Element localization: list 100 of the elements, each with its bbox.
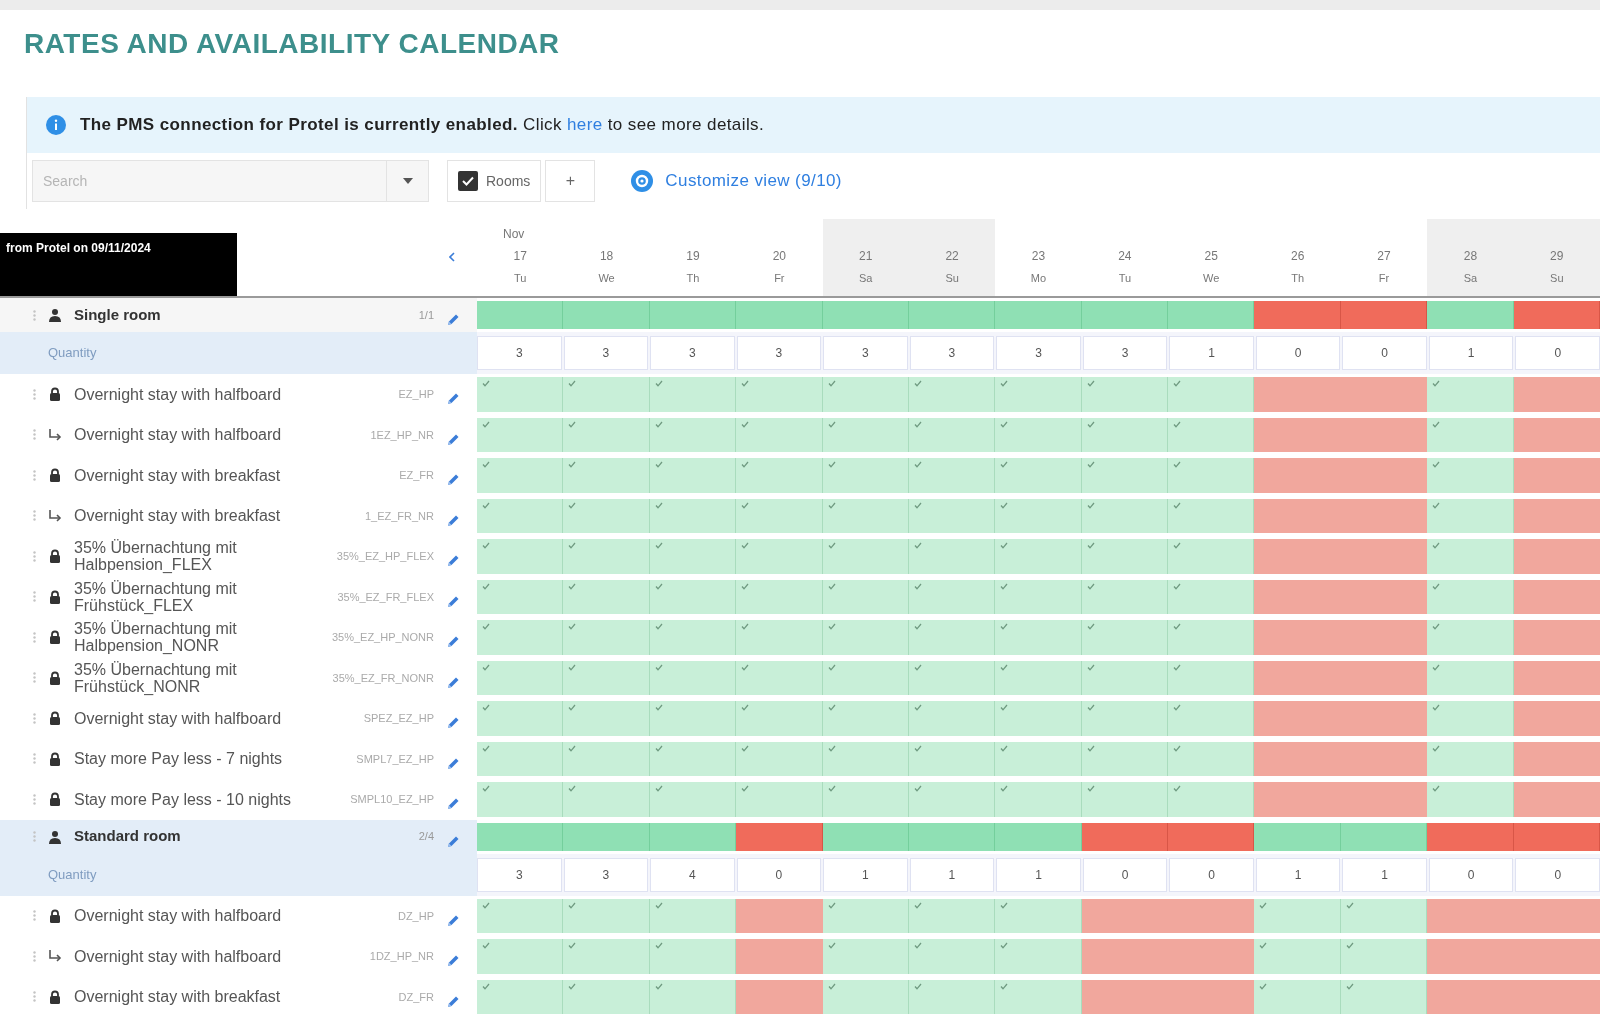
rate-cell[interactable]: [822, 458, 909, 493]
rate-cell[interactable]: [1168, 979, 1255, 1014]
rate-cell[interactable]: [1340, 377, 1428, 412]
rate-cell[interactable]: [1513, 782, 1600, 817]
rate-cell[interactable]: [908, 579, 996, 614]
rate-cell[interactable]: [1427, 498, 1514, 533]
rate-cell[interactable]: [1254, 701, 1341, 736]
rate-cell[interactable]: [1340, 417, 1428, 452]
rate-cell[interactable]: [1427, 458, 1514, 493]
rate-cell[interactable]: [1513, 620, 1600, 655]
rate-cell[interactable]: [995, 660, 1082, 695]
rate-cell[interactable]: [649, 660, 737, 695]
rate-cell[interactable]: [908, 741, 996, 776]
quantity-cell[interactable]: 3: [736, 336, 822, 370]
rate-cell[interactable]: [477, 898, 564, 933]
rate-cell[interactable]: [1168, 579, 1255, 614]
rate-cell[interactable]: [1427, 417, 1514, 452]
rate-cell[interactable]: [1427, 660, 1514, 695]
rate-cell[interactable]: [649, 377, 737, 412]
rate-cell[interactable]: [736, 620, 823, 655]
rate-cell[interactable]: [1168, 939, 1255, 974]
rate-cell[interactable]: [908, 701, 996, 736]
rate-cell[interactable]: [1254, 498, 1341, 533]
rate-cell[interactable]: [1081, 898, 1169, 933]
rate-cell[interactable]: [1254, 741, 1341, 776]
quantity-cell[interactable]: 1: [823, 857, 908, 892]
rate-cell[interactable]: [1254, 979, 1341, 1014]
quantity-cell[interactable]: 0: [1428, 857, 1514, 892]
rate-cell[interactable]: [1513, 498, 1600, 533]
rate-cell[interactable]: [736, 979, 823, 1014]
rate-cell[interactable]: [1081, 979, 1169, 1014]
rate-cell[interactable]: [1168, 701, 1255, 736]
rate-cell[interactable]: [649, 741, 737, 776]
availability-cell[interactable]: [995, 301, 1082, 329]
quantity-cell[interactable]: 3: [909, 336, 995, 370]
rate-cell[interactable]: [1340, 458, 1428, 493]
rate-cell[interactable]: [822, 620, 909, 655]
rate-cell[interactable]: [995, 939, 1082, 974]
quantity-cell[interactable]: 1: [1342, 857, 1427, 892]
rate-cell[interactable]: [822, 498, 909, 533]
availability-cell[interactable]: [822, 301, 909, 329]
add-button[interactable]: +: [545, 160, 596, 202]
rate-cell[interactable]: [1168, 417, 1255, 452]
rate-cell[interactable]: [1168, 660, 1255, 695]
availability-cell[interactable]: [1513, 822, 1600, 851]
rate-cell[interactable]: [995, 539, 1082, 574]
quantity-cell[interactable]: 0: [1515, 857, 1600, 892]
quantity-cell[interactable]: 1: [909, 857, 995, 892]
rate-cell[interactable]: [1081, 620, 1169, 655]
rate-cell[interactable]: [908, 458, 996, 493]
rate-cell[interactable]: [1168, 539, 1255, 574]
rate-cell[interactable]: [563, 979, 650, 1014]
rate-cell[interactable]: [736, 782, 823, 817]
rate-cell[interactable]: [1340, 701, 1428, 736]
rate-cell[interactable]: [908, 620, 996, 655]
rate-cell[interactable]: [1340, 498, 1428, 533]
rate-cell[interactable]: [1081, 579, 1169, 614]
rate-cell[interactable]: [649, 701, 737, 736]
rate-cell[interactable]: [1168, 498, 1255, 533]
rate-cell[interactable]: [1513, 979, 1600, 1014]
quantity-cell[interactable]: 0: [736, 857, 822, 892]
availability-cell[interactable]: [1340, 301, 1428, 329]
rate-cell[interactable]: [1081, 417, 1169, 452]
availability-cell[interactable]: [822, 822, 909, 851]
rate-cell[interactable]: [1081, 939, 1169, 974]
rate-cell[interactable]: [995, 579, 1082, 614]
rate-cell[interactable]: [1081, 660, 1169, 695]
rate-cell[interactable]: [1513, 898, 1600, 933]
rate-cell[interactable]: [649, 498, 737, 533]
rate-cell[interactable]: [1427, 979, 1514, 1014]
rate-cell[interactable]: [1513, 660, 1600, 695]
quantity-cell[interactable]: 0: [1169, 857, 1254, 892]
rate-cell[interactable]: [649, 458, 737, 493]
quantity-cell[interactable]: 0: [1255, 336, 1341, 370]
rate-cell[interactable]: [736, 701, 823, 736]
rate-cell[interactable]: [1427, 579, 1514, 614]
availability-cell[interactable]: [1427, 822, 1514, 851]
rate-cell[interactable]: [736, 498, 823, 533]
rate-cell[interactable]: [649, 539, 737, 574]
rate-cell[interactable]: [1168, 782, 1255, 817]
availability-cell[interactable]: [908, 301, 996, 329]
checkbox[interactable]: [458, 171, 478, 191]
rate-cell[interactable]: [736, 741, 823, 776]
rate-cell[interactable]: [1081, 458, 1169, 493]
rate-cell[interactable]: [822, 979, 909, 1014]
availability-cell[interactable]: [649, 301, 737, 329]
rate-cell[interactable]: [1513, 579, 1600, 614]
rate-cell[interactable]: [822, 939, 909, 974]
rate-cell[interactable]: [477, 782, 564, 817]
quantity-cell[interactable]: 0: [1342, 336, 1427, 370]
availability-cell[interactable]: [1081, 822, 1169, 851]
rate-cell[interactable]: [995, 620, 1082, 655]
rate-cell[interactable]: [995, 377, 1082, 412]
rate-cell[interactable]: [1427, 782, 1514, 817]
rate-cell[interactable]: [1427, 939, 1514, 974]
rate-cell[interactable]: [649, 979, 737, 1014]
rate-cell[interactable]: [1427, 701, 1514, 736]
room-type-header[interactable]: Single room 1/1: [0, 298, 477, 332]
details-link[interactable]: here: [567, 115, 603, 135]
rate-cell[interactable]: [563, 898, 650, 933]
